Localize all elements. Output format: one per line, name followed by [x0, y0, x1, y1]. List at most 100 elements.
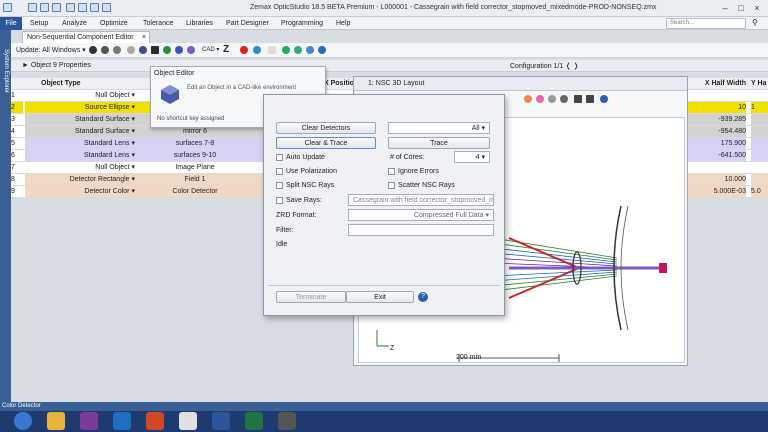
help-icon[interactable]: [318, 46, 326, 54]
comment-cell[interactable]: surfaces 9-10: [135, 150, 255, 161]
header-x-half-width[interactable]: X Half Width: [691, 78, 746, 89]
tab-help[interactable]: Help: [336, 17, 350, 30]
x-half-width-cell[interactable]: -641.500: [691, 150, 746, 161]
tab-analyze[interactable]: Analyze: [62, 17, 87, 30]
purple-icon[interactable]: [187, 46, 195, 54]
excel-icon[interactable]: [245, 412, 263, 430]
exit-button[interactable]: Exit: [346, 291, 414, 303]
x-half-width-cell[interactable]: 5.000E-03: [691, 186, 746, 197]
object-type-cell[interactable]: Detector Color ▾: [25, 186, 135, 197]
onenote-icon[interactable]: [80, 412, 98, 430]
filter-input[interactable]: [348, 224, 494, 236]
start-icon[interactable]: [14, 412, 32, 430]
tab-programming[interactable]: Programming: [281, 17, 323, 30]
row-number[interactable]: 2: [11, 102, 23, 113]
object-type-cell[interactable]: Null Object ▾: [25, 90, 135, 101]
row-number[interactable]: 9: [11, 186, 23, 197]
tab-libraries[interactable]: Libraries: [186, 17, 213, 30]
zemax-icon[interactable]: [278, 412, 296, 430]
arrow-left-icon[interactable]: [282, 46, 290, 54]
undo-icon[interactable]: [66, 3, 75, 12]
x-half-width-cell[interactable]: 175.900: [691, 138, 746, 149]
tab-optimize[interactable]: Optimize: [100, 17, 128, 30]
green-icon[interactable]: [163, 46, 171, 54]
print-icon[interactable]: [90, 3, 99, 12]
new-icon[interactable]: [28, 3, 37, 12]
refresh-editor-icon[interactable]: [89, 46, 97, 54]
save-rays-filename[interactable]: Cassegrain with field corrector_stopmove…: [348, 194, 494, 206]
open-icon[interactable]: [40, 3, 49, 12]
y-half-cell[interactable]: 5.0: [751, 186, 768, 197]
shaded-icon[interactable]: [127, 46, 135, 54]
detector-select[interactable]: All ▾: [388, 122, 490, 134]
pan-icon[interactable]: [560, 95, 568, 103]
header-object-type[interactable]: Object Type: [41, 78, 131, 89]
use-polarization-checkbox[interactable]: [276, 168, 283, 175]
x-half-width-cell[interactable]: [691, 90, 746, 101]
row-number[interactable]: 1: [11, 90, 23, 101]
powerpoint-icon[interactable]: [146, 412, 164, 430]
comment-cell[interactable]: Field 1: [135, 174, 255, 185]
minimize-icon[interactable]: –: [718, 2, 732, 14]
nsce-tab[interactable]: Non-Sequential Component Editor ×: [22, 31, 150, 43]
chrome-icon[interactable]: [179, 412, 197, 430]
row-number[interactable]: 6: [11, 150, 23, 161]
tab-close-icon[interactable]: ×: [142, 32, 146, 43]
y-half-cell[interactable]: [751, 174, 768, 185]
arrow-down-icon[interactable]: [306, 46, 314, 54]
x-half-width-cell[interactable]: -954.480: [691, 126, 746, 137]
z-icon[interactable]: Z: [223, 44, 229, 55]
update-dropdown[interactable]: Update: All Windows ▾: [16, 46, 86, 54]
tab-tolerance[interactable]: Tolerance: [143, 17, 173, 30]
row-number[interactable]: 3: [11, 114, 23, 125]
object-type-cell[interactable]: Standard Surface ▾: [25, 114, 135, 125]
redo-icon[interactable]: [78, 3, 87, 12]
x-half-width-cell[interactable]: 10.000: [691, 174, 746, 185]
zrd-format-select[interactable]: Compressed Full Data ▾: [348, 209, 494, 221]
comment-cell[interactable]: Image Plane: [135, 162, 255, 173]
y-half-cell[interactable]: 1: [751, 102, 768, 113]
settings-icon[interactable]: [524, 95, 532, 103]
frame-icon[interactable]: [574, 95, 582, 103]
arrow-right-icon[interactable]: [294, 46, 302, 54]
header-y-half[interactable]: Y Ha: [751, 78, 768, 89]
clear-detectors-button[interactable]: Clear Detectors: [276, 122, 376, 134]
close-icon[interactable]: ×: [750, 2, 764, 14]
configuration-bar[interactable]: Configuration 1/1 ❬ ❭: [510, 62, 579, 70]
object-type-cell[interactable]: Detector Rectangle ▾: [25, 174, 135, 185]
word-icon[interactable]: [212, 412, 230, 430]
object-properties-toggle[interactable]: ► Object 9 Properties: [22, 62, 91, 69]
split-rays-checkbox[interactable]: [276, 182, 283, 189]
object-type-cell[interactable]: Standard Lens ▾: [25, 150, 135, 161]
save-rays-checkbox[interactable]: [276, 197, 283, 204]
scatter-rays-checkbox[interactable]: [388, 182, 395, 189]
trace-button[interactable]: Trace: [388, 137, 490, 149]
outlook-icon[interactable]: [113, 412, 131, 430]
y-half-cell[interactable]: [751, 90, 768, 101]
cad-dropdown[interactable]: CAD ▾: [202, 46, 219, 53]
zoom-icon[interactable]: [548, 95, 556, 103]
x-half-width-cell[interactable]: [691, 162, 746, 173]
row-number[interactable]: 4: [11, 126, 23, 137]
terminate-button[interactable]: Terminate: [276, 291, 346, 303]
maximize-icon[interactable]: □: [734, 2, 748, 14]
x-half-width-cell[interactable]: 10: [691, 102, 746, 113]
save-icon[interactable]: [52, 3, 61, 12]
search-icon[interactable]: ⚲: [752, 18, 758, 27]
refresh-icon[interactable]: [102, 3, 111, 12]
file-explorer-icon[interactable]: [47, 412, 65, 430]
comment-cell[interactable]: Color Detector: [135, 186, 255, 197]
tab-part-designer[interactable]: Part Designer: [226, 17, 269, 30]
gear-icon[interactable]: [101, 46, 109, 54]
x-half-width-cell[interactable]: -939.285: [691, 114, 746, 125]
help-icon[interactable]: ?: [418, 292, 428, 302]
object-type-cell[interactable]: Standard Lens ▾: [25, 138, 135, 149]
blue-icon[interactable]: [175, 46, 183, 54]
object-type-cell[interactable]: Null Object ▾: [25, 162, 135, 173]
y-half-cell[interactable]: [751, 138, 768, 149]
ray-trace-dialog[interactable]: Clear Detectors All ▾ Clear & Trace Trac…: [263, 94, 505, 316]
grid-view-icon[interactable]: [586, 95, 594, 103]
y-half-cell[interactable]: [751, 126, 768, 137]
object-editor-icon[interactable]: [139, 46, 147, 54]
search-input[interactable]: Search...: [666, 18, 746, 29]
